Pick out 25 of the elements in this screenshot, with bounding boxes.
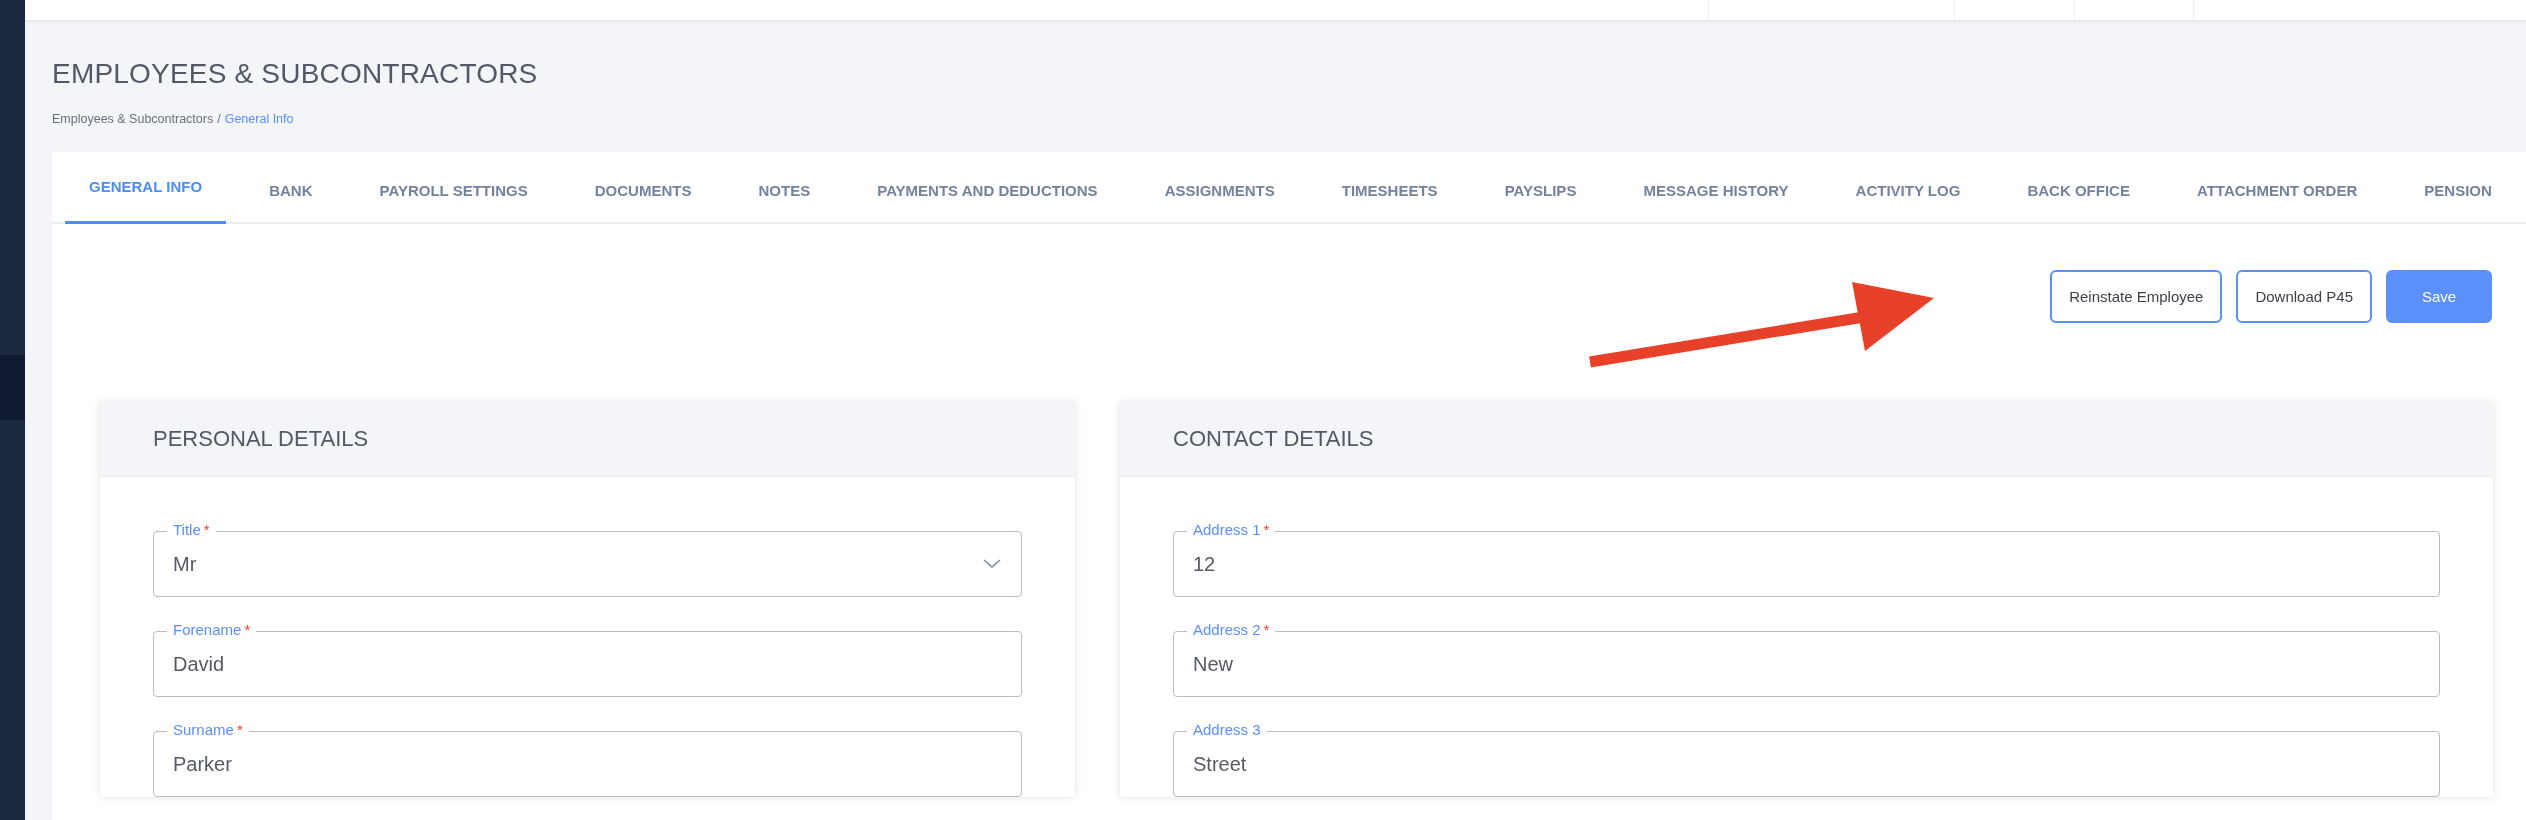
tab[interactable]: BACK OFFICE [2003, 152, 2154, 224]
tab[interactable]: PAYSLIPS [1480, 152, 1601, 224]
tab[interactable]: ASSIGNMENTS [1140, 152, 1299, 224]
card-title: PERSONAL DETAILS [153, 426, 369, 452]
tab[interactable]: TIMESHEETS [1317, 152, 1462, 224]
action-button[interactable]: Save [2386, 270, 2492, 323]
breadcrumb-separator: / [217, 112, 221, 126]
page-title: EMPLOYEES & SUBCONTRACTORS [52, 58, 539, 90]
tab[interactable]: NOTES [734, 152, 835, 224]
action-button[interactable]: Reinstate Employee [2050, 270, 2223, 323]
tab[interactable]: ATTACHMENT ORDER [2172, 152, 2382, 224]
tab[interactable]: ACTIVITY LOG [1831, 152, 1985, 224]
card-title: CONTACT DETAILS [1173, 426, 1374, 452]
tab[interactable]: PENSION [2400, 152, 2516, 224]
breadcrumb-link[interactable]: Employees & Subcontractors [52, 112, 214, 126]
tab[interactable]: PAYMENTS AND DEDUCTIONS [853, 152, 1122, 224]
tab[interactable]: DOCUMENTS [570, 152, 716, 224]
breadcrumb-link[interactable]: General Info [224, 112, 294, 126]
action-button[interactable]: Download P45 [2236, 270, 2372, 323]
chevron-icon [983, 559, 1001, 569]
tab[interactable]: MESSAGE HISTORY [1619, 152, 1813, 224]
sidebar-highlight [0, 355, 25, 420]
tab[interactable]: GENERAL INFO [65, 152, 227, 224]
tab[interactable]: BANK [245, 152, 337, 224]
tab[interactable]: PAYROLL SETTINGS [355, 152, 552, 224]
